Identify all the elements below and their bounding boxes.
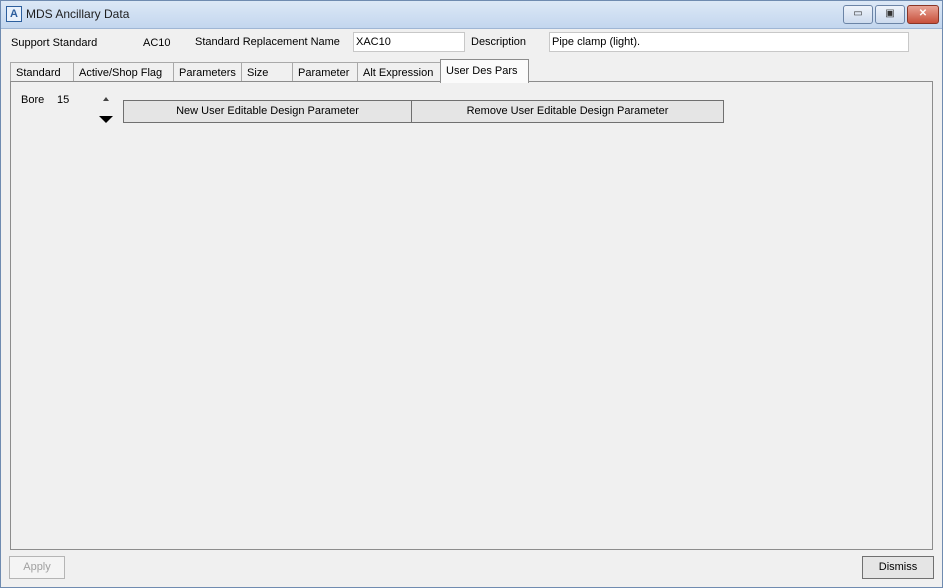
description-field[interactable]: Pipe clamp (light).	[549, 32, 909, 52]
window-title: MDS Ancillary Data	[26, 7, 130, 21]
support-standard-label: Support Standard	[11, 37, 98, 49]
tab-parameters[interactable]: Parameters	[173, 62, 242, 82]
up-arrow-icon[interactable]	[103, 97, 109, 101]
tab-size[interactable]: Size	[241, 62, 293, 82]
replacement-name-label: Standard Replacement Name	[195, 36, 340, 48]
tab-alt-expression[interactable]: Alt Expression	[357, 62, 441, 82]
bore-value: 15	[57, 94, 70, 106]
close-button[interactable]: ✕	[907, 5, 939, 24]
maximize-button[interactable]: ▣	[875, 5, 905, 24]
remove-design-parameter-button[interactable]: Remove User Editable Design Parameter	[411, 100, 724, 123]
tab-standard[interactable]: Standard	[10, 62, 74, 82]
bore-label: Bore	[21, 94, 45, 106]
app-logo-icon: A	[6, 6, 22, 22]
minimize-button[interactable]: ▭	[843, 5, 873, 24]
support-standard-value: AC10	[143, 37, 171, 49]
tab-active-shop-flag[interactable]: Active/Shop Flag	[73, 62, 174, 82]
apply-button[interactable]: Apply	[9, 556, 65, 579]
new-design-parameter-button[interactable]: New User Editable Design Parameter	[123, 100, 412, 123]
main-window: A MDS Ancillary Data ▭ ▣ ✕ Support Stand…	[0, 0, 943, 588]
tab-parameter[interactable]: Parameter	[292, 62, 358, 82]
description-label: Description	[471, 36, 527, 48]
replacement-name-field[interactable]: XAC10	[353, 32, 465, 52]
title-bar[interactable]: A MDS Ancillary Data ▭ ▣ ✕	[1, 1, 942, 29]
down-arrow-icon[interactable]	[99, 116, 113, 123]
user-des-pars-panel	[10, 81, 933, 550]
tab-user-des-pars[interactable]: User Des Pars	[440, 59, 529, 83]
dismiss-button[interactable]: Dismiss	[862, 556, 934, 579]
